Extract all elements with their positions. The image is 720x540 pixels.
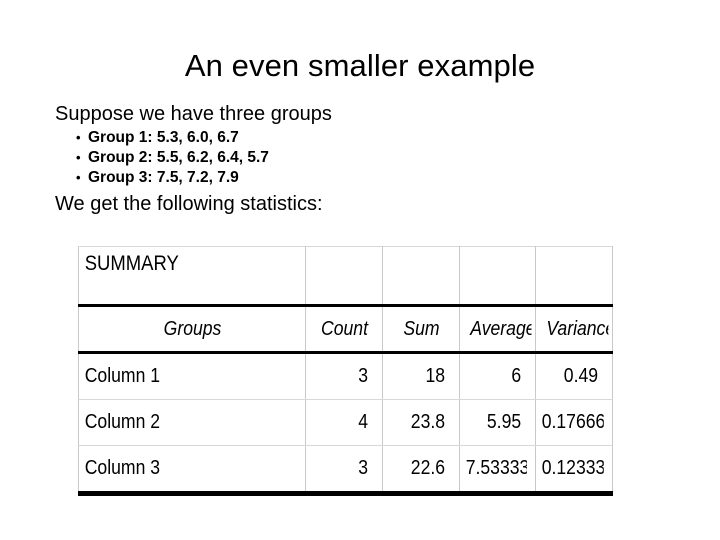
table-row-summary: SUMMARY [78,246,613,306]
cell-sum: 18 [382,352,451,400]
bullet-icon: • [76,150,81,165]
column-header-sum: Sum [386,304,456,354]
summary-empty-cell [382,246,451,306]
summary-empty-cell [459,246,527,306]
cell-group-label: Column 1 [78,352,279,400]
cell-average: 5.95 [459,399,527,446]
lead-text: Suppose we have three groups [55,103,332,125]
cell-sum: 23.8 [382,399,451,446]
list-item: • Group 3: 7.5, 7.2, 7.9 [55,168,675,188]
summary-empty-cell [305,246,374,306]
closing-text: We get the following statistics: [55,193,323,215]
list-item: • Group 2: 5.5, 6.2, 6.4, 5.7 [55,148,675,168]
cell-variance: 0.123333 [535,445,604,496]
list-item-label: Group 2: 5.5, 6.2, 6.4, 5.7 [88,149,269,166]
summary-statistics-table: SUMMARY Groups Count Sum Average Varianc… [78,246,613,496]
column-header-variance: Variance [539,304,609,354]
page-title: An even smaller example [184,48,536,83]
cell-count: 3 [305,352,374,400]
summary-table-container: SUMMARY Groups Count Sum Average Varianc… [78,246,613,496]
table-row: Column 2 4 23.8 5.95 0.176667 [78,399,613,446]
cell-variance: 0.49 [535,352,604,400]
cell-count: 3 [305,445,374,496]
cell-average: 7.533333 [459,445,527,496]
list-item-label: Group 3: 7.5, 7.2, 7.9 [88,169,239,186]
group-bullet-list: • Group 1: 5.3, 6.0, 6.7 • Group 2: 5.5,… [55,128,675,188]
cell-average: 6 [459,352,527,400]
bullet-icon: • [76,130,81,145]
column-header-groups: Groups [91,304,293,354]
summary-title-cell: SUMMARY [78,246,279,306]
slide-body: Suppose we have three groups • Group 1: … [55,101,675,217]
bullet-icon: • [76,170,81,185]
cell-group-label: Column 3 [78,445,279,496]
table-row: Column 1 3 18 6 0.49 [78,352,613,400]
column-header-count: Count [309,304,379,354]
column-header-average: Average [463,304,532,354]
cell-count: 4 [305,399,374,446]
table-row: Column 3 3 22.6 7.533333 0.123333 [78,445,613,496]
table-header-row: Groups Count Sum Average Variance [79,304,613,354]
list-item: • Group 1: 5.3, 6.0, 6.7 [55,128,675,148]
cell-variance: 0.176667 [535,399,604,446]
list-item-label: Group 1: 5.3, 6.0, 6.7 [88,129,239,146]
cell-group-label: Column 2 [78,399,279,446]
summary-empty-cell [535,246,604,306]
cell-sum: 22.6 [382,445,451,496]
